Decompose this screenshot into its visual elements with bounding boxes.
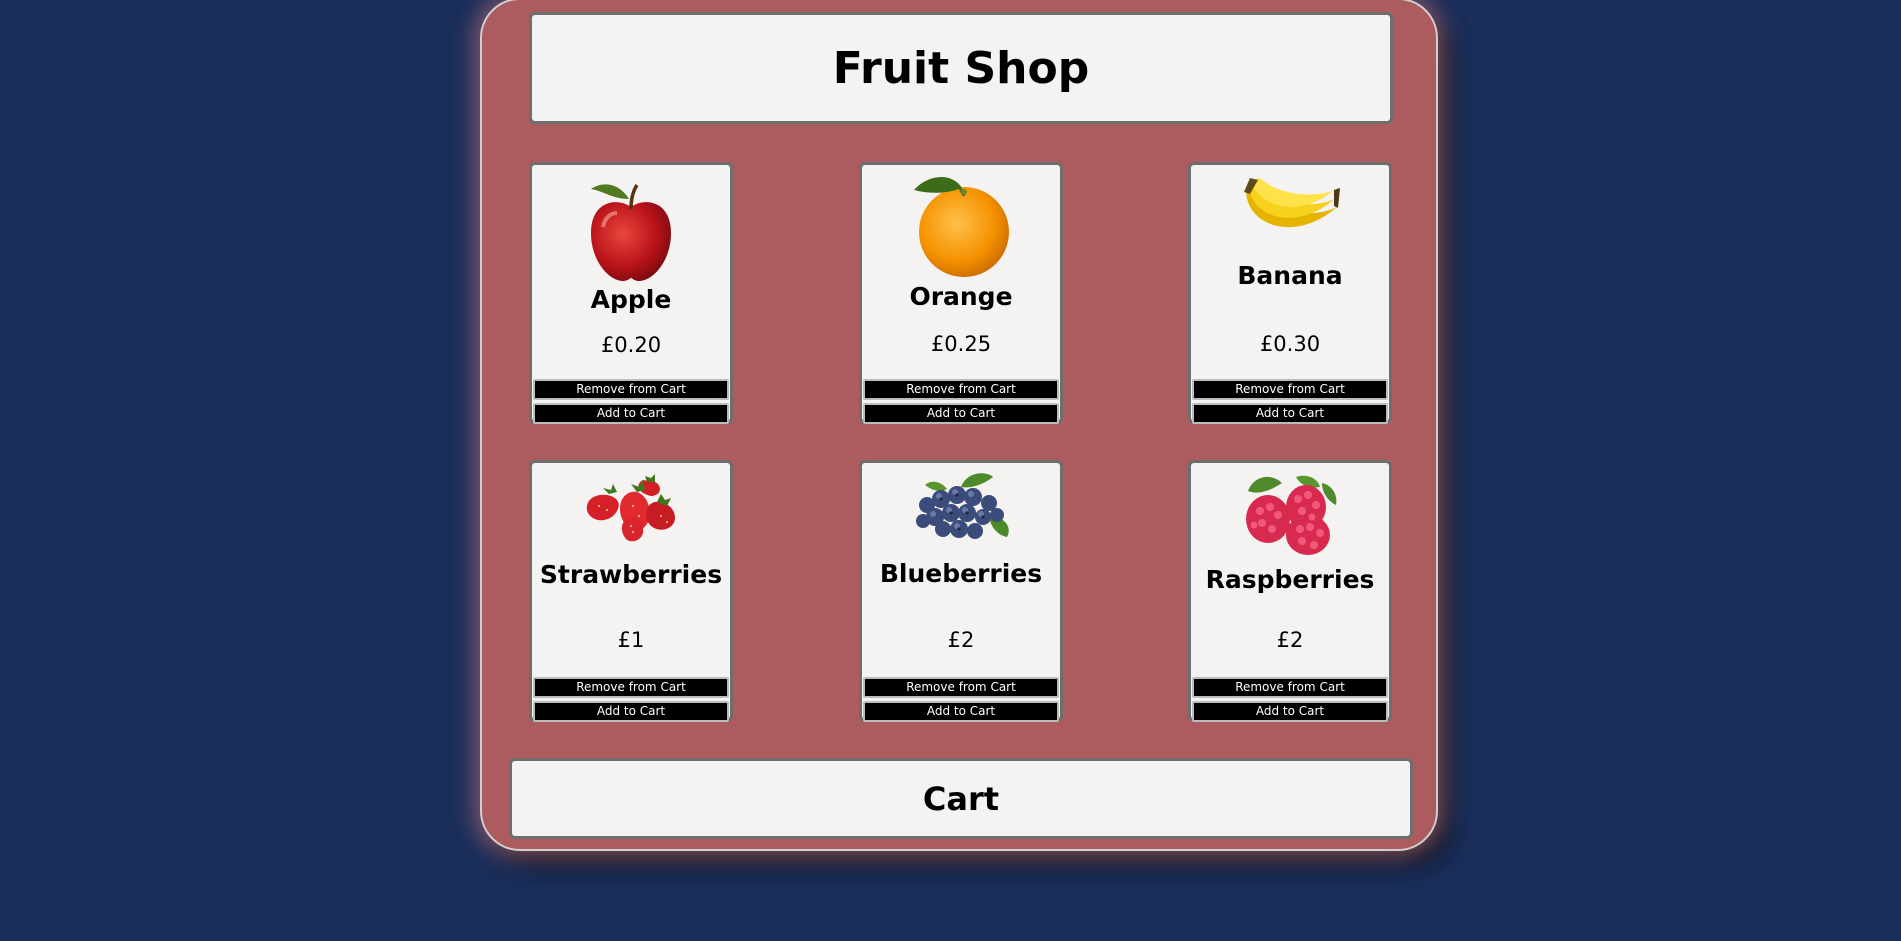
raspberries-icon — [1246, 475, 1337, 555]
add-to-cart-button[interactable]: Add to Cart — [1192, 701, 1388, 722]
remove-from-cart-button[interactable]: Remove from Cart — [533, 677, 729, 698]
product-price: £1 — [617, 628, 645, 652]
add-to-cart-button[interactable]: Add to Cart — [533, 701, 729, 722]
add-to-cart-button[interactable]: Add to Cart — [533, 403, 729, 424]
fruit-shop-panel: Fruit Shop Apple £0.20 Remove from Cart … — [480, 0, 1438, 851]
product-card-blueberries: Blueberries £2 Remove from Cart Add to C… — [859, 460, 1063, 722]
product-card-orange: Orange £0.25 Remove from Cart Add to Car… — [859, 162, 1063, 424]
shop-title: Fruit Shop — [832, 42, 1090, 94]
strawberries-icon — [586, 474, 675, 542]
product-name: Orange — [909, 282, 1013, 311]
product-card-strawberries: Strawberries £1 Remove from Cart Add to … — [529, 460, 733, 722]
shop-header: Fruit Shop — [529, 12, 1393, 124]
remove-from-cart-button[interactable]: Remove from Cart — [1192, 677, 1388, 698]
product-card-apple: Apple £0.20 Remove from Cart Add to Cart — [529, 162, 733, 424]
product-price: £0.30 — [1259, 332, 1321, 356]
orange-icon — [914, 176, 1009, 277]
product-price: £2 — [1276, 628, 1304, 652]
remove-from-cart-button[interactable]: Remove from Cart — [533, 379, 729, 400]
cart-title: Cart — [922, 779, 1000, 818]
cart-panel: Cart — [509, 758, 1413, 839]
add-to-cart-button[interactable]: Add to Cart — [863, 403, 1059, 424]
product-name: Apple — [590, 285, 672, 314]
remove-from-cart-button[interactable]: Remove from Cart — [863, 379, 1059, 400]
remove-from-cart-button[interactable]: Remove from Cart — [863, 677, 1059, 698]
apple-icon — [591, 184, 671, 281]
remove-from-cart-button[interactable]: Remove from Cart — [1192, 379, 1388, 400]
blueberries-icon — [916, 473, 1009, 539]
product-price: £0.20 — [600, 333, 662, 357]
product-name: Strawberries — [539, 560, 723, 589]
product-name: Raspberries — [1205, 565, 1375, 594]
add-to-cart-button[interactable]: Add to Cart — [863, 701, 1059, 722]
product-price: £0.25 — [930, 332, 992, 356]
product-name: Blueberries — [879, 559, 1043, 588]
product-price: £2 — [947, 628, 975, 652]
add-to-cart-button[interactable]: Add to Cart — [1192, 403, 1388, 424]
product-name: Banana — [1237, 261, 1343, 290]
product-card-raspberries: Raspberries £2 Remove from Cart Add to C… — [1188, 460, 1392, 722]
banana-icon — [1244, 178, 1340, 228]
product-card-banana: Banana £0.30 Remove from Cart Add to Car… — [1188, 162, 1392, 424]
